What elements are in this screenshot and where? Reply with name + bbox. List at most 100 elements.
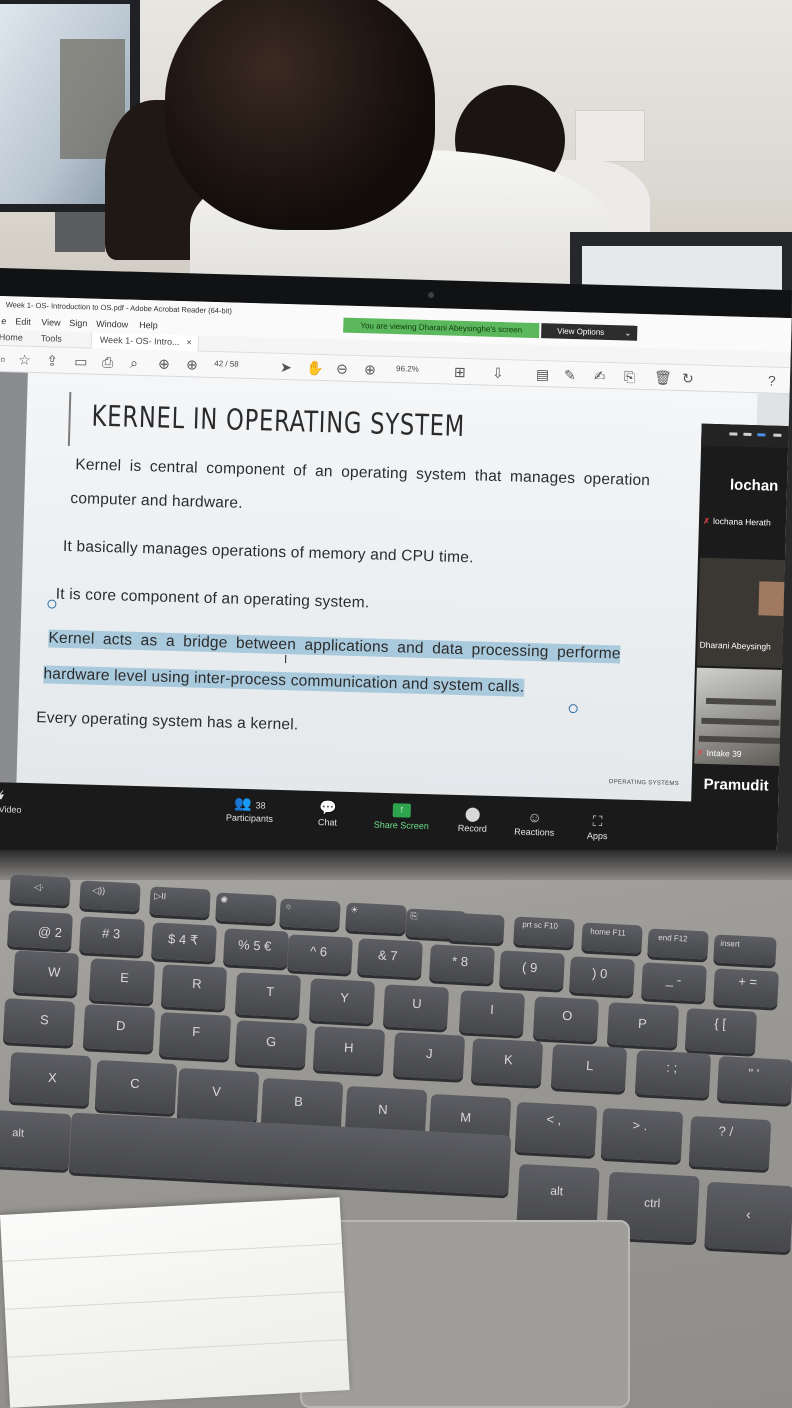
start-video-button[interactable]: ▰̸ art Video [0,788,22,815]
upload-icon[interactable]: ⇪ [46,352,58,368]
trackpad[interactable] [300,1220,630,1408]
key-3[interactable]: # 3 [79,916,145,956]
key-u[interactable]: U [382,984,450,1030]
view-options-button[interactable]: View Options ⌄ [541,323,638,341]
key-8[interactable]: * 8 [429,944,495,984]
key-4[interactable]: $ 4 ₹ [151,922,217,962]
key-i[interactable]: I [458,990,526,1036]
menu-file[interactable]: e [1,316,6,326]
paragraph-4-line-2-highlighted[interactable]: hardware level using inter-process commu… [43,665,525,697]
key-slash[interactable]: ? / [688,1115,772,1171]
key-h[interactable]: H [312,1026,386,1074]
close-icon[interactable]: × [186,337,192,347]
page-number-input[interactable]: 42 [214,359,223,368]
print-icon[interactable]: ⎙ [102,354,114,370]
key-f6[interactable]: ☼ [279,898,341,930]
key-end[interactable]: end F12 [647,928,709,960]
key-k[interactable]: K [470,1038,544,1086]
sign-icon[interactable]: ✍ [594,368,606,384]
menu-help[interactable]: Help [139,320,158,331]
chat-button[interactable]: 💬 Chat [307,799,348,828]
key-equals[interactable]: + = [713,968,779,1008]
zoom-level[interactable]: 96.2% [396,364,419,374]
panel-view-controls[interactable] [701,423,792,449]
key-insert[interactable]: insert [713,934,777,966]
zoom-out-icon[interactable]: ⊖ [336,360,348,376]
key-x[interactable]: X [8,1051,92,1107]
zoom-in-icon[interactable]: ⊕ [364,361,376,377]
key-r[interactable]: R [160,964,228,1010]
reactions-button[interactable]: ☺ Reactions [505,808,564,838]
key-comma[interactable]: < , [514,1101,598,1157]
menu-window[interactable]: Window [96,319,128,330]
bookmark-star-icon[interactable]: ☆ [18,352,31,368]
help-icon[interactable]: ? [768,372,776,388]
select-cursor-icon[interactable]: ➤ [280,359,292,375]
menu-view[interactable]: View [41,317,61,328]
key-alt-left[interactable]: alt [0,1109,72,1171]
key-period[interactable]: > . [600,1107,684,1163]
restore-icon[interactable] [743,432,752,437]
share-screen-button[interactable]: ↑ Share Screen [369,803,434,832]
key-c[interactable]: C [94,1059,178,1115]
key-l[interactable]: L [550,1044,628,1092]
grid-view-icon[interactable] [773,433,782,437]
key-f4[interactable]: ▷II [149,886,211,918]
key-p[interactable]: P [606,1002,680,1048]
paragraph-4-line-1-highlighted[interactable]: Kernel acts as a bridge between applicat… [48,629,621,664]
key-g[interactable]: G [234,1020,308,1068]
key-f[interactable]: F [158,1012,232,1060]
key-w[interactable]: W [12,950,80,996]
key-quote[interactable]: " ' [716,1056,792,1104]
key-f5[interactable]: ✺ [215,892,277,924]
participant-video-dharani[interactable]: Dharani Abeysingh [696,557,792,669]
tab-home[interactable]: Home [0,332,23,343]
hand-tool-icon[interactable]: ✋ [306,360,324,376]
highlight-pen-icon[interactable]: ✎ [564,367,576,383]
comment-icon[interactable]: ▤ [536,366,550,382]
key-d[interactable]: D [82,1004,156,1052]
document-icon[interactable]: ▭ [74,353,88,369]
selection-handle-start[interactable] [47,599,57,609]
menu-edit[interactable]: Edit [15,316,31,326]
key-arrow-left[interactable]: ‹ [704,1181,792,1253]
next-page-icon[interactable]: ⊕ [186,356,198,372]
key-f2[interactable]: ◁· [9,874,71,906]
participants-button[interactable]: 👥 38 Participants [219,794,280,824]
menu-sign[interactable]: Sign [69,318,87,328]
key-o[interactable]: O [532,996,600,1042]
search-icon[interactable]: ⌕ [130,355,138,371]
record-button[interactable]: ⬤ Record [447,805,498,834]
speaker-view-icon[interactable] [757,433,766,437]
rotate-icon[interactable]: ↻ [682,370,694,386]
key-minus[interactable]: _ - [641,962,707,1002]
key-y[interactable]: Y [308,978,376,1024]
save-icon[interactable]: ▫ [0,351,5,367]
fit-page-icon[interactable]: ⊞ [454,364,466,380]
key-e[interactable]: E [88,958,156,1004]
key-bracket[interactable]: { [ [684,1008,758,1054]
key-prtsc[interactable]: prt sc F10 [513,916,575,948]
key-v[interactable]: V [176,1067,260,1123]
key-t[interactable]: T [234,972,302,1018]
stamp-icon[interactable]: ⎘ [624,368,636,384]
minimize-icon[interactable] [729,432,738,436]
key-7[interactable]: & 7 [357,938,423,978]
participant-video-intake[interactable]: ✗ Intake 39 [694,667,787,767]
key-f7[interactable]: ☀ [345,902,407,934]
tab-tools[interactable]: Tools [41,333,62,344]
delete-icon[interactable]: 🗑 [654,369,672,385]
key-9[interactable]: ( 9 [499,950,565,990]
key-s[interactable]: S [2,998,76,1046]
key-home[interactable]: home F11 [581,922,643,954]
key-6[interactable]: ^ 6 [287,934,353,974]
scroll-mode-icon[interactable]: ⇩ [492,365,504,381]
key-f9[interactable] [447,912,505,944]
key-semicolon[interactable]: : ; [634,1050,712,1098]
key-2[interactable]: @ 2 [7,910,73,950]
key-5[interactable]: % 5 € [223,928,289,968]
key-f3[interactable]: ◁)) [79,880,141,912]
previous-page-icon[interactable]: ⊕ [158,355,170,371]
key-0[interactable]: ) 0 [569,956,635,996]
apps-button[interactable]: ⛶ Apps [577,812,618,841]
